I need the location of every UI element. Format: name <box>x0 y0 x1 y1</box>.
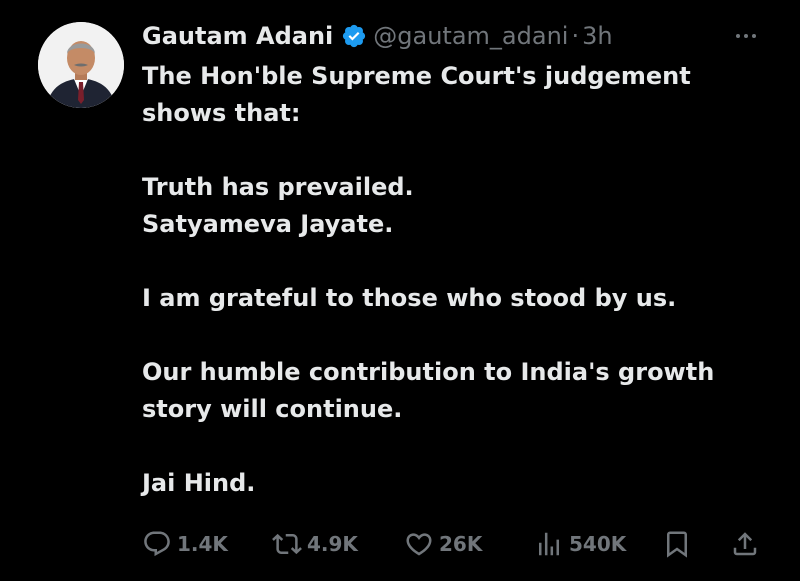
like-count: 26K <box>439 532 483 556</box>
bookmark-button[interactable] <box>662 526 697 562</box>
tweet-line: I am grateful to those who stood by us. <box>142 284 677 312</box>
tweet-line: Truth has prevailed. <box>142 173 414 201</box>
bookmark-icon <box>662 529 692 559</box>
tweet-line: Satyameva Jayate. <box>142 210 394 238</box>
views-button[interactable]: 540K <box>534 526 626 562</box>
tweet-line: Jai Hind. <box>142 469 256 497</box>
tweet-line: story will continue. <box>142 395 403 423</box>
share-icon <box>730 529 760 559</box>
avatar-image <box>38 22 124 108</box>
display-name[interactable]: Gautam Adani <box>142 22 333 50</box>
share-button[interactable] <box>730 526 765 562</box>
reply-button[interactable]: 1.4K <box>142 526 228 562</box>
views-count: 540K <box>569 532 627 556</box>
user-handle[interactable]: @gautam_adani <box>373 22 568 50</box>
avatar[interactable] <box>38 22 124 108</box>
timestamp[interactable]: 3h <box>582 22 612 50</box>
heart-icon <box>404 529 434 559</box>
tweet-line: shows that: <box>142 99 301 127</box>
repost-icon <box>272 529 302 559</box>
tweet-header: Gautam Adani @gautam_adani · 3h <box>142 18 613 54</box>
separator-dot: · <box>571 22 580 50</box>
tweet-line: The Hon'ble Supreme Court's judgement <box>142 62 691 90</box>
like-button[interactable]: 26K <box>404 526 482 562</box>
repost-count: 4.9K <box>307 532 358 556</box>
reply-icon <box>142 529 172 559</box>
tweet[interactable]: Gautam Adani @gautam_adani · 3h The Hon'… <box>0 0 800 581</box>
views-icon <box>534 529 564 559</box>
reply-count: 1.4K <box>177 532 228 556</box>
more-options-icon[interactable] <box>728 28 768 44</box>
verified-badge-icon <box>341 23 367 49</box>
tweet-text: The Hon'ble Supreme Court's judgement sh… <box>142 58 772 502</box>
tweet-line: Our humble contribution to India's growt… <box>142 358 715 386</box>
action-bar: 1.4K 4.9K 26K 540K <box>142 526 762 562</box>
repost-button[interactable]: 4.9K <box>272 526 358 562</box>
